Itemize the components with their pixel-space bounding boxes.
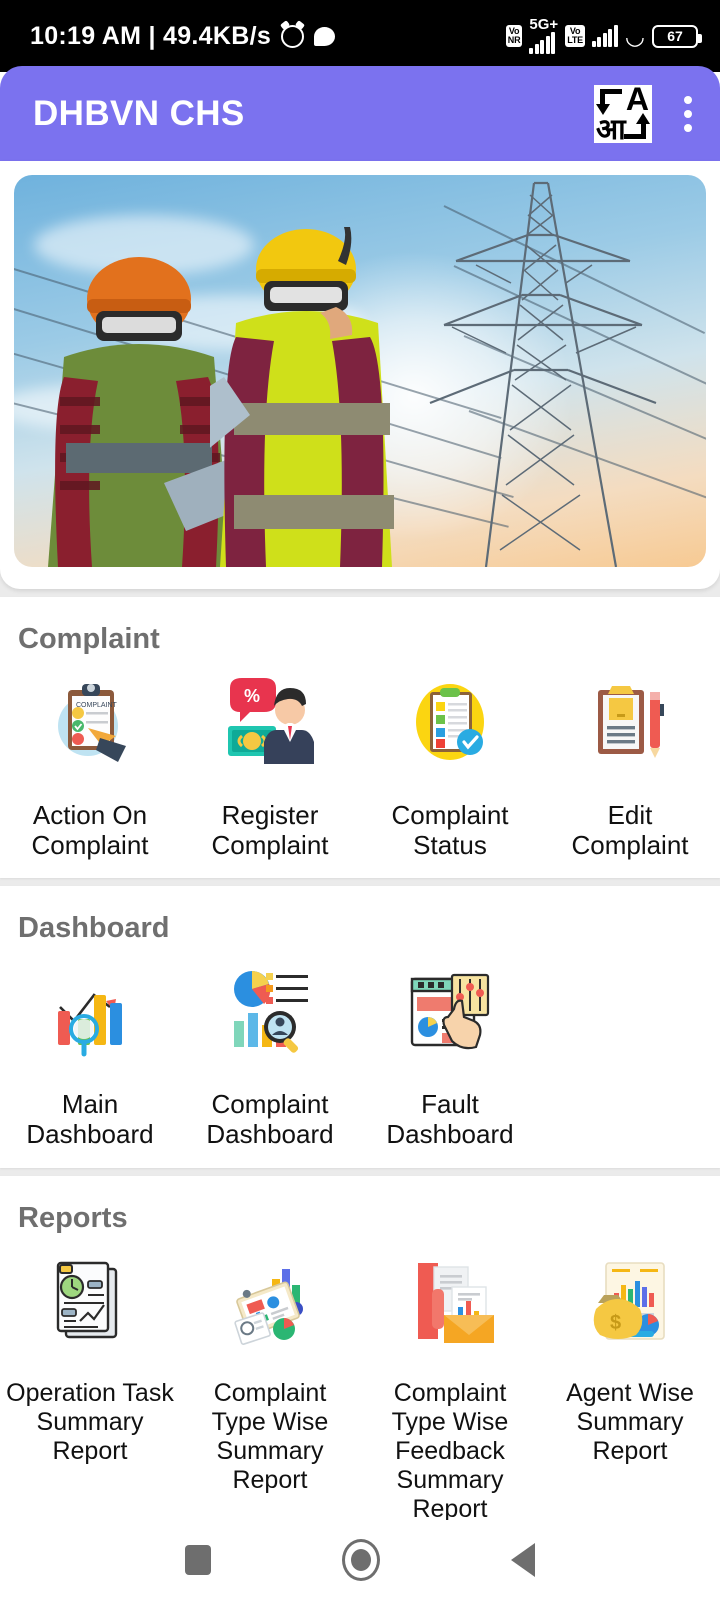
tile-label: Main Dashboard [26, 1089, 154, 1150]
tile-action-on-complaint[interactable]: COMPLAINT Action On Complaint [0, 670, 180, 860]
app-bar: DHBVN CHS A आ [0, 66, 720, 161]
status-bar: 10:19 AM | 49.4KB/s Vo NR 5G+ Vo LTE ◡ 67 [0, 0, 720, 72]
tile-main-dashboard[interactable]: Main Dashboard [0, 959, 180, 1149]
tile-register-complaint[interactable]: % Register Complaint [180, 670, 360, 860]
translate-devanagari-letter: आ [596, 113, 626, 143]
page-title: DHBVN CHS [33, 93, 245, 133]
alarm-icon [281, 24, 305, 48]
status-time-speed: 10:19 AM | 49.4KB/s [30, 21, 272, 50]
tile-complaint-type-wise-feedback-summary-report[interactable]: Complaint Type Wise Feedback Summary Rep… [360, 1249, 540, 1524]
tile-complaint-status[interactable]: Complaint Status [360, 670, 540, 860]
complaint-items-row[interactable]: COMPLAINT Action On Complaint % Register… [0, 670, 720, 860]
section-complaint: Complaint COMPLAINT Action On Complaint … [0, 597, 720, 879]
home-button[interactable] [341, 1539, 380, 1581]
tile-label: Complaint Dashboard [206, 1089, 334, 1150]
battery-level: 67 [667, 28, 683, 44]
android-nav-bar [0, 1520, 720, 1600]
tile-label: Action On Complaint [31, 800, 149, 861]
worker-left [44, 247, 256, 567]
tile-label: Register Complaint [211, 800, 329, 861]
svg-text:$: $ [610, 1312, 621, 1334]
envelope-report-icon [404, 1253, 496, 1349]
network-type-label: 5G+ [529, 16, 559, 33]
signal-5g-group: 5G+ [529, 16, 559, 54]
app-bar-actions: A आ [594, 84, 698, 143]
overflow-menu-icon[interactable] [678, 90, 698, 138]
section-title-dashboard: Dashboard [18, 912, 170, 945]
tile-operation-task-summary-report[interactable]: Operation Task Summary Report [0, 1249, 180, 1466]
checklist-status-icon [404, 674, 496, 770]
signal-bars-primary [529, 32, 556, 54]
section-reports: Reports Operation Task Summary Report Co… [0, 1175, 720, 1542]
svg-text:COMPLAINT: COMPLAINT [76, 702, 118, 709]
bar-chart-search-icon [44, 963, 136, 1059]
tile-agent-wise-summary-report[interactable]: $ Agent Wise Summary Report [540, 1249, 720, 1466]
screen-content: Complaint COMPLAINT Action On Complaint … [0, 161, 720, 1542]
tile-label: Fault Dashboard [386, 1089, 514, 1150]
tile-label: Edit Complaint [571, 800, 689, 861]
volte-nr-icon: Vo NR [505, 25, 523, 47]
agent-money-icon: % [224, 674, 316, 770]
section-dashboard: Dashboard Main Dashboard Complaint Dashb… [0, 886, 720, 1168]
document-gauge-icon [44, 1253, 136, 1349]
dashboard-panel-hand-icon [404, 963, 496, 1059]
status-bar-left: 10:19 AM | 49.4KB/s [30, 21, 336, 51]
section-title-reports: Reports [18, 1201, 128, 1234]
tile-label: Complaint Type Wise Feedback Summary Rep… [391, 1378, 509, 1523]
tile-edit-complaint[interactable]: Edit Complaint [540, 670, 720, 860]
clipboard-complaint-icon: COMPLAINT [44, 674, 136, 770]
tile-fault-dashboard[interactable]: Fault Dashboard [360, 959, 540, 1149]
section-title-complaint: Complaint [18, 623, 160, 655]
dashboard-items-row[interactable]: Main Dashboard Complaint Dashboard Fault… [0, 959, 720, 1149]
transmission-tower [429, 181, 657, 567]
worker-right [180, 227, 410, 567]
reports-items-row[interactable]: Operation Task Summary Report Complaint … [0, 1249, 720, 1524]
analytics-person-search-icon [224, 963, 316, 1059]
banner-card [0, 161, 720, 589]
tile-label: Agent Wise Summary Report [566, 1378, 694, 1465]
tile-label: Complaint Type Wise Summary Report [211, 1378, 329, 1494]
back-button[interactable] [510, 1543, 535, 1577]
recents-button[interactable] [185, 1545, 212, 1575]
tile-complaint-dashboard[interactable]: Complaint Dashboard [180, 959, 360, 1149]
tile-complaint-type-wise-summary-report[interactable]: Complaint Type Wise Summary Report [180, 1249, 360, 1495]
clipboard-pencil-icon [584, 674, 676, 770]
banner-image [14, 175, 706, 567]
tile-label: Complaint Status [391, 800, 509, 861]
tile-label: Operation Task Summary Report [6, 1378, 174, 1465]
svg-text:%: % [244, 686, 260, 706]
battery-icon: 67 [652, 24, 702, 48]
chat-bubble-icon [314, 26, 336, 46]
signal-bars-secondary [591, 25, 618, 47]
status-bar-right: Vo NR 5G+ Vo LTE ◡ 67 [505, 16, 702, 54]
translate-icon[interactable]: A आ [594, 84, 652, 143]
clipboard-charts-icon [224, 1253, 316, 1349]
money-bag-charts-icon: $ [584, 1253, 676, 1349]
rotation-lock-icon: ◡ [624, 23, 645, 49]
volte-icon: Vo LTE [565, 25, 585, 47]
